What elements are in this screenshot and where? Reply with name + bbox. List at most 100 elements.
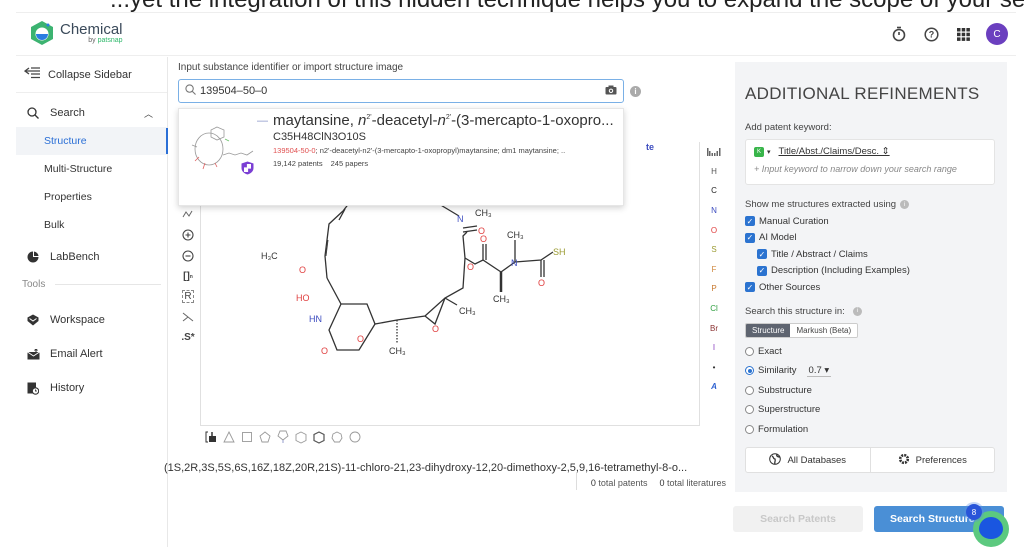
svg-text:?: ?: [928, 29, 934, 39]
benzene-icon[interactable]: [312, 430, 326, 444]
help-icon[interactable]: ?: [922, 25, 940, 43]
square-icon[interactable]: [240, 430, 254, 444]
radio-similarity[interactable]: Similarity 0.7 ▾: [745, 361, 997, 381]
s-group-icon[interactable]: .S*: [181, 330, 194, 345]
autocomplete-suggestion[interactable]: — maytansine, n2'-deacetyl-n2'-(3-mercap…: [178, 108, 624, 206]
checkbox-checked-icon: ✓: [745, 232, 755, 243]
sidebar-item-email-alert[interactable]: Email Alert: [16, 337, 167, 371]
similarity-threshold-select[interactable]: 0.7 ▾: [806, 365, 832, 377]
search-icon: [26, 107, 40, 119]
checkbox-checked-icon: ✓: [757, 265, 767, 276]
radio-exact[interactable]: Exact: [745, 342, 997, 362]
element-p[interactable]: P: [711, 279, 716, 299]
total-patents[interactable]: 0 total patents: [591, 478, 648, 488]
keyword-type-icon[interactable]: K: [754, 146, 764, 157]
atom-label: CH₃: [493, 294, 510, 304]
create-link[interactable]: te: [646, 142, 654, 152]
template-icon[interactable]: [204, 430, 218, 444]
element-cl[interactable]: Cl: [710, 299, 718, 319]
atom-label: O: [467, 262, 474, 272]
element-br[interactable]: Br: [710, 318, 718, 338]
radio-substructure[interactable]: Substructure: [745, 381, 997, 401]
keyword-field-select[interactable]: Title/Abst./Claims/Desc. ⇕: [779, 146, 890, 157]
element-f[interactable]: F: [712, 260, 717, 280]
atom-label: SH: [553, 247, 566, 257]
sidebar-item-properties[interactable]: Properties: [16, 183, 167, 211]
keyword-box: K ▾ Title/Abst./Claims/Desc. ⇕ + Input k…: [745, 139, 995, 185]
element-i[interactable]: I: [713, 338, 715, 358]
checkbox-manual-curation[interactable]: ✓ Manual Curation: [745, 213, 997, 230]
element-n[interactable]: N: [711, 201, 717, 221]
bracket-icon[interactable]: [] n: [183, 269, 193, 284]
radio-formulation[interactable]: Formulation: [745, 420, 997, 440]
apps-grid-icon[interactable]: [954, 25, 972, 43]
keyword-input[interactable]: + Input keyword to narrow down your sear…: [754, 164, 986, 174]
zoom-in-icon[interactable]: [182, 227, 194, 242]
sidebar-item-labbench[interactable]: LabBench: [16, 243, 167, 271]
all-databases-button[interactable]: All Databases: [746, 448, 870, 472]
segment-markush[interactable]: Markush (Beta): [790, 323, 858, 337]
search-patents-button[interactable]: Search Patents: [733, 506, 863, 532]
timer-icon[interactable]: [890, 25, 908, 43]
element-s[interactable]: S: [711, 240, 716, 260]
sidebar-item-multi-structure[interactable]: Multi-Structure: [16, 155, 167, 183]
element-o[interactable]: O: [711, 220, 717, 240]
pie-chart-icon: [26, 251, 40, 263]
zoom-out-icon[interactable]: [182, 248, 194, 263]
sidebar-item-bulk[interactable]: Bulk: [16, 211, 167, 239]
sidebar: Collapse Sidebar Search ︿ Structure Mult…: [16, 57, 168, 547]
tools-section-label: Tools: [16, 271, 167, 297]
chevron-up-icon[interactable]: ︿: [144, 107, 153, 120]
element-dot[interactable]: •: [713, 358, 716, 378]
chain-icon[interactable]: [182, 206, 194, 221]
checkbox-ai-model[interactable]: ✓ AI Model: [745, 230, 997, 247]
brand-logo[interactable]: Chemical by patsnap: [30, 20, 123, 46]
periodic-table-icon[interactable]: [707, 142, 721, 162]
iupac-name: (1S,2R,3S,5S,6S,16Z,18Z,20R,21S)-11-chlo…: [164, 462, 688, 474]
notification-badge: 8: [966, 504, 982, 520]
sidebar-item-workspace[interactable]: Workspace: [16, 303, 167, 337]
info-icon[interactable]: i: [900, 200, 910, 209]
atom-label: O: [299, 265, 306, 275]
search-icon: [185, 84, 196, 98]
checkbox-other-sources[interactable]: ✓ Other Sources: [745, 279, 997, 296]
hexagon-icon[interactable]: [294, 430, 308, 444]
segment-structure[interactable]: Structure: [746, 323, 791, 337]
preferences-button[interactable]: Preferences: [869, 448, 995, 472]
atom-label: O: [480, 234, 487, 244]
radio-superstructure[interactable]: Superstructure: [745, 400, 997, 420]
checkbox-description[interactable]: ✓ Description (Including Examples): [745, 263, 997, 280]
pentagon-icon[interactable]: [258, 430, 272, 444]
substance-search-field[interactable]: [178, 79, 624, 103]
bond-icon[interactable]: [182, 309, 194, 324]
info-icon[interactable]: i: [852, 306, 862, 316]
r-group-icon[interactable]: R: [182, 290, 194, 303]
octagon-icon[interactable]: [348, 430, 362, 444]
element-h[interactable]: H: [711, 162, 717, 182]
cyclopentadiene-icon[interactable]: [276, 430, 290, 444]
globe-icon: [769, 452, 782, 468]
atom-label: N: [457, 214, 464, 224]
total-literatures[interactable]: 0 total literatures: [659, 478, 726, 488]
triangle-icon[interactable]: [222, 430, 236, 444]
sidebar-item-structure[interactable]: Structure: [16, 127, 168, 155]
user-avatar[interactable]: C: [986, 23, 1008, 45]
collapse-sidebar-button[interactable]: Collapse Sidebar: [16, 57, 167, 93]
atom-label: H₃C: [261, 251, 278, 261]
camera-icon[interactable]: [605, 85, 617, 98]
checkbox-checked-icon: ✓: [757, 249, 767, 260]
chevron-down-icon[interactable]: ▾: [767, 148, 771, 156]
info-icon[interactable]: i: [630, 85, 641, 97]
element-any[interactable]: A: [711, 377, 717, 397]
substance-search-input[interactable]: [200, 85, 605, 97]
extract-label: Show me structures extracted using i: [745, 199, 997, 210]
gear-icon: [898, 453, 910, 468]
atom-label: O: [357, 334, 364, 344]
element-c[interactable]: C: [711, 181, 717, 201]
heptagon-icon[interactable]: [330, 430, 344, 444]
sidebar-item-search[interactable]: Search ︿: [16, 99, 167, 127]
atom-label: HN: [309, 314, 322, 324]
sidebar-item-history[interactable]: History: [16, 371, 167, 405]
checkbox-title-abstract-claims[interactable]: ✓ Title / Abstract / Claims: [745, 246, 997, 263]
atom-label: CH₃: [389, 346, 406, 356]
